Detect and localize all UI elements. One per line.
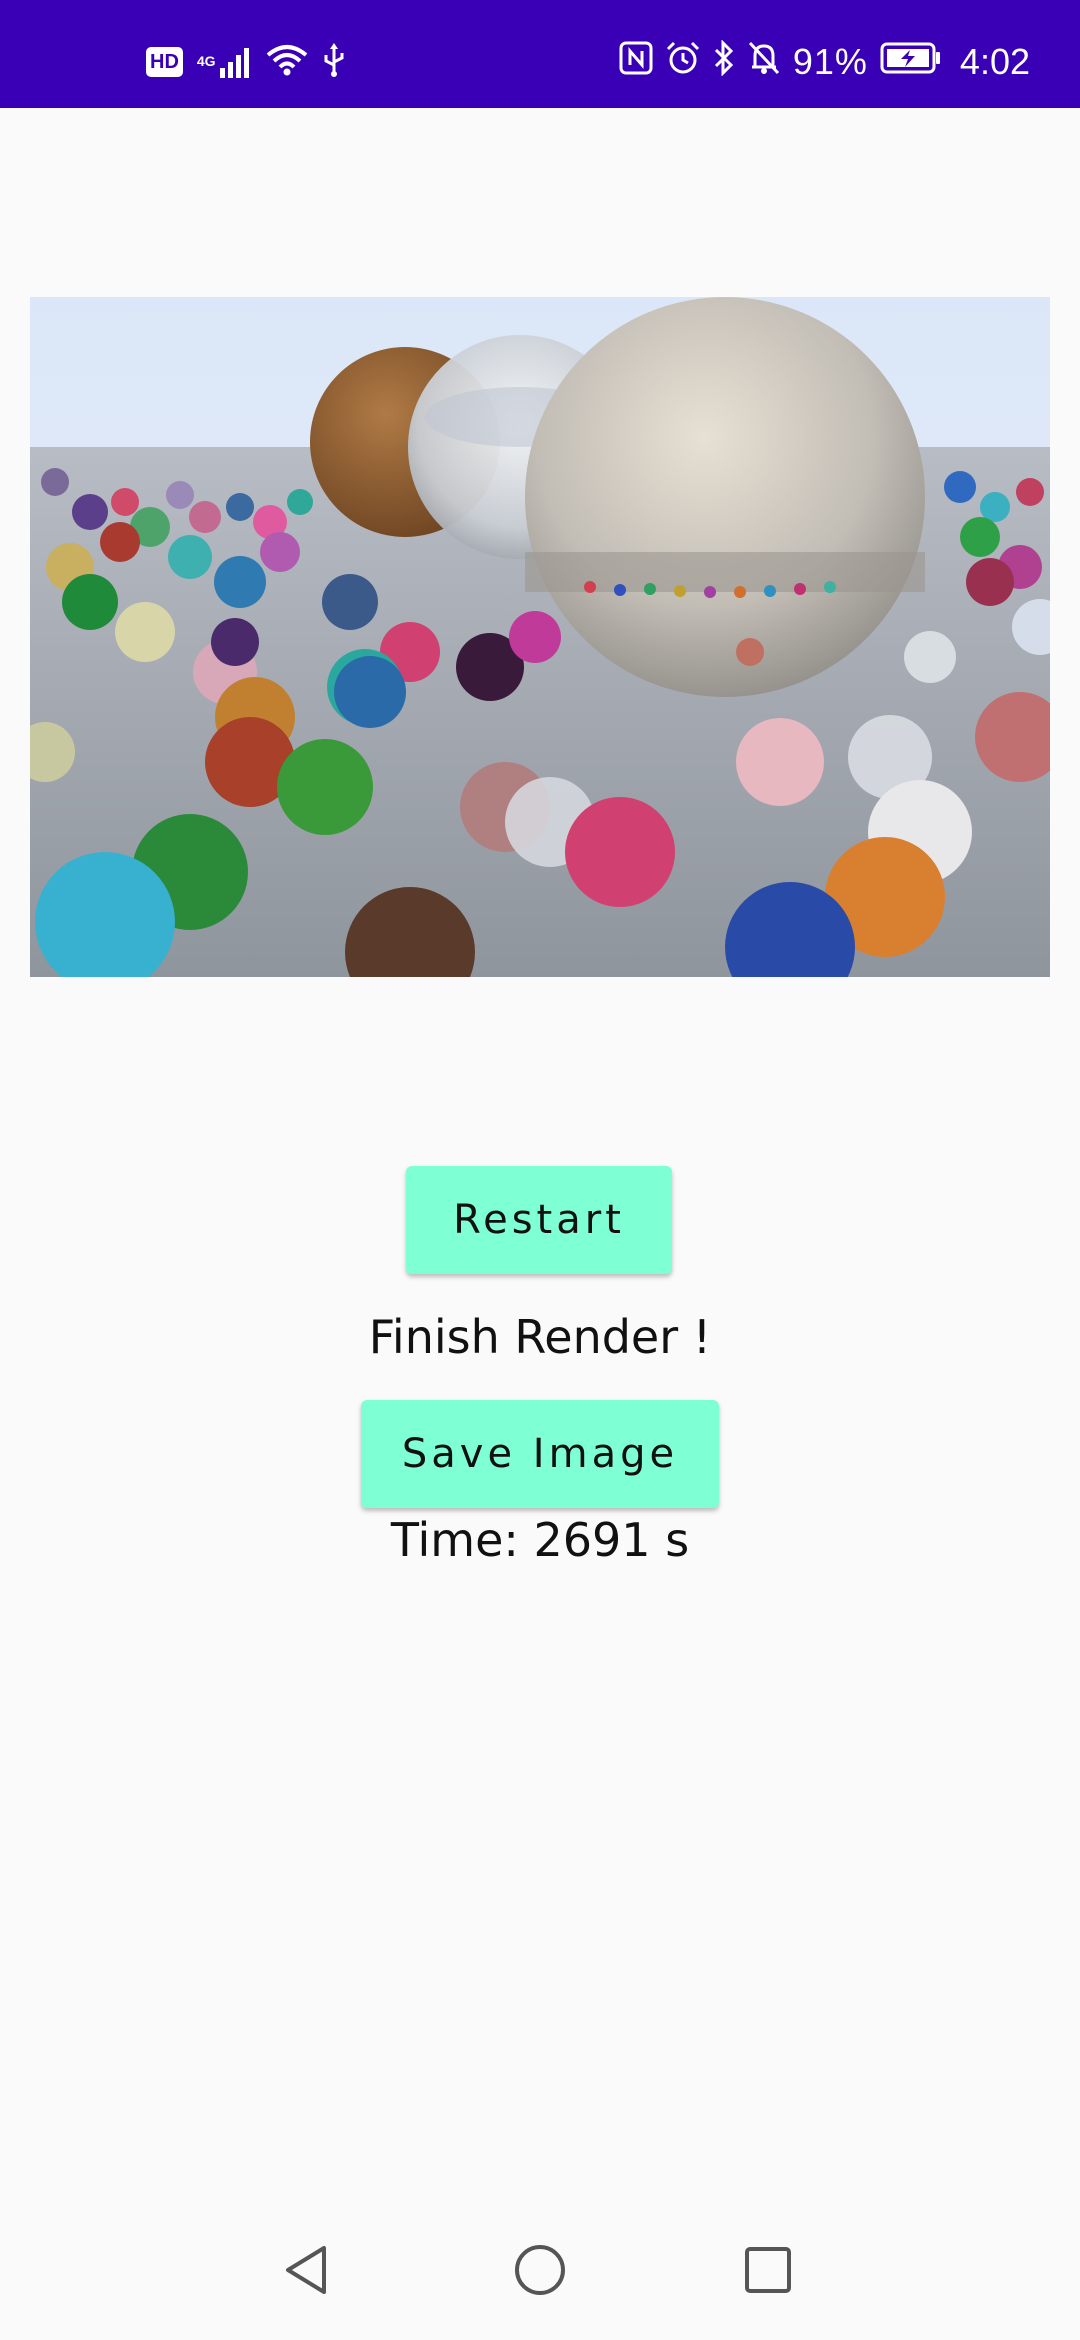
render-time-label: Time: 2691 s — [390, 1513, 690, 1567]
battery-charging-icon — [880, 41, 942, 84]
clock: 4:02 — [959, 41, 1030, 82]
nfc-icon — [619, 41, 653, 84]
wifi-icon — [266, 43, 308, 82]
recents-icon[interactable] — [718, 2220, 818, 2320]
status-bar-right: 91% 4:02 — [619, 38, 1030, 85]
status-bar: HD 4G 91% 4:02 — [0, 0, 1080, 108]
status-bar-left: HD 4G — [146, 42, 346, 82]
ray-traced-spheres-image — [30, 297, 1050, 977]
navigation-bar — [0, 2220, 1080, 2340]
signal-icon: 4G — [197, 46, 252, 78]
network-type-label: 4G — [196, 53, 216, 69]
back-icon[interactable] — [258, 2220, 358, 2320]
bluetooth-icon — [713, 38, 735, 85]
home-icon[interactable] — [490, 2220, 590, 2320]
render-output-image — [30, 297, 1050, 977]
alarm-icon — [665, 40, 701, 85]
usb-icon — [322, 42, 346, 82]
save-image-button[interactable]: Save Image — [361, 1400, 719, 1508]
battery-percent: 91% — [792, 41, 868, 82]
hd-icon: HD — [146, 47, 183, 77]
render-status-message: Finish Render ! — [368, 1310, 712, 1364]
restart-button[interactable]: Restart — [406, 1166, 672, 1274]
bell-muted-icon — [747, 40, 781, 85]
